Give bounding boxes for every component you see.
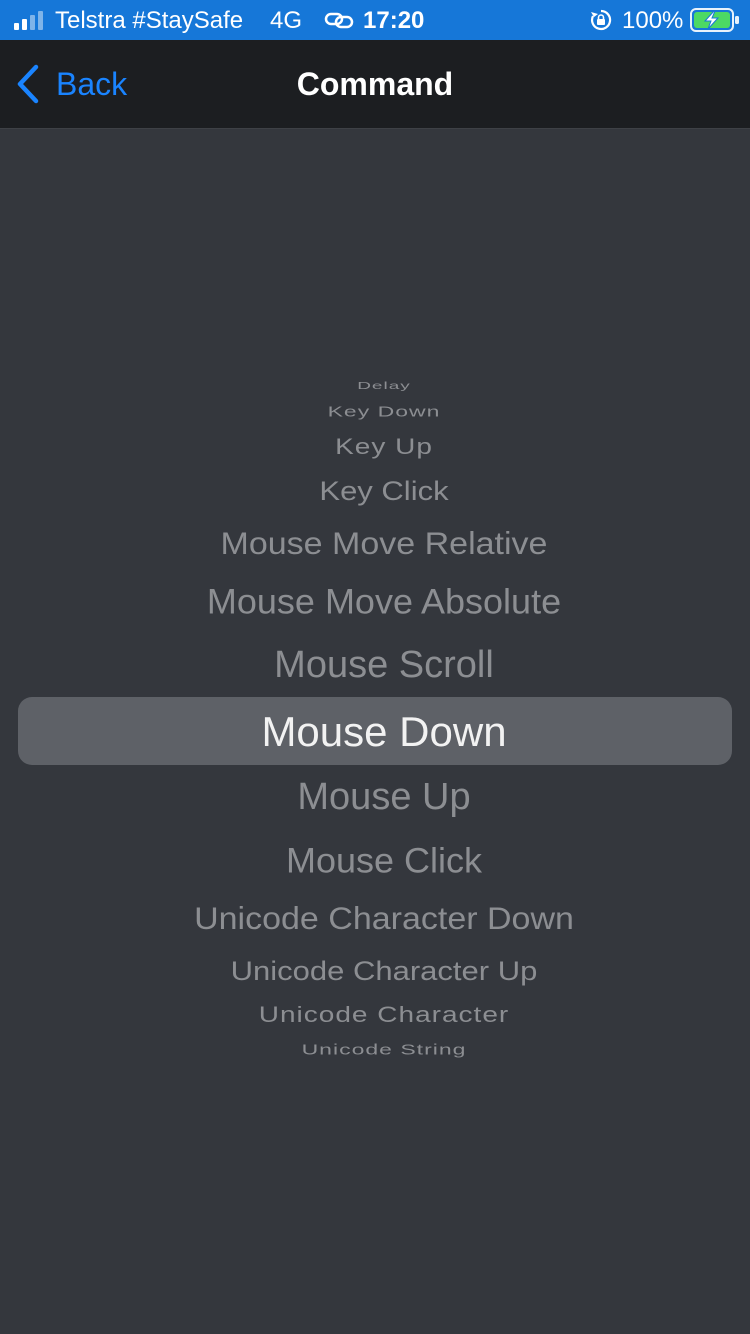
picker-item[interactable]: Key Down	[0, 402, 750, 421]
picker-item[interactable]: Mouse Scroll	[0, 641, 750, 690]
picker-item[interactable]: Mouse Move Relative	[0, 523, 750, 564]
picker-item[interactable]: Unicode Character Down	[0, 898, 750, 939]
signal-bars-icon	[14, 11, 43, 30]
picker-item[interactable]: Mouse Up	[0, 773, 750, 822]
picker-item[interactable]: Key Click	[0, 473, 750, 508]
battery-percent: 100%	[622, 7, 684, 34]
picker-item-selected[interactable]: Mouse Down	[0, 705, 750, 760]
carrier-label: Telstra #StaySafe	[55, 7, 244, 34]
chevron-left-icon	[17, 64, 39, 104]
network-type-label: 4G	[270, 7, 303, 34]
command-picker[interactable]: Delay Key Down Key Up Key Click Mouse Move R…	[0, 129, 750, 1334]
picker-item[interactable]: Unicode String	[0, 1040, 750, 1059]
picker-item[interactable]: Delay	[0, 379, 750, 393]
battery-charging-icon	[690, 8, 739, 32]
navigation-bar: Back Command	[0, 40, 750, 129]
picker-item[interactable]: Key Up	[0, 433, 750, 461]
rotation-lock-icon	[590, 9, 612, 31]
status-bar: Telstra #StaySafe 4G 17:20 100%	[0, 0, 750, 40]
picker-item[interactable]: Unicode Character	[0, 1001, 750, 1029]
back-button[interactable]: Back	[14, 62, 127, 106]
clock-time: 17:20	[363, 7, 425, 34]
back-button-label: Back	[56, 65, 128, 102]
picker-item[interactable]: Mouse Move Absolute	[0, 579, 750, 624]
picker-item[interactable]: Mouse Click	[0, 838, 750, 883]
picker-item[interactable]: Unicode Character Up	[0, 953, 750, 988]
link-icon	[324, 12, 354, 29]
